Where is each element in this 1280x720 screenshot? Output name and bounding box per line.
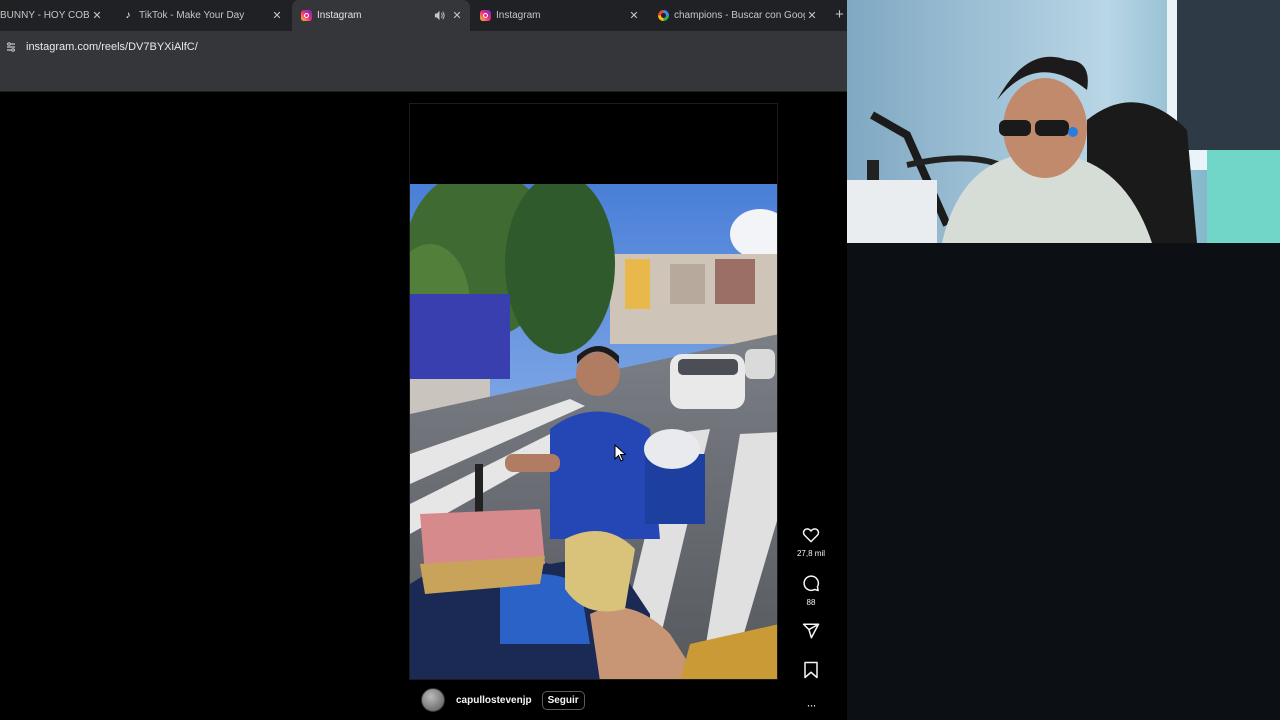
stream-background bbox=[847, 243, 1280, 720]
avatar[interactable] bbox=[421, 688, 445, 712]
speaker-icon[interactable] bbox=[432, 10, 446, 21]
tab-instagram[interactable]: Instagram ✕ bbox=[471, 0, 647, 31]
tab-title: champions - Buscar con Google bbox=[674, 10, 805, 21]
share-button[interactable] bbox=[796, 622, 826, 645]
google-icon bbox=[657, 10, 669, 22]
instagram-icon bbox=[479, 10, 491, 22]
save-button[interactable] bbox=[796, 661, 826, 684]
bookmarks-bar bbox=[0, 62, 847, 92]
heart-icon bbox=[802, 528, 820, 543]
url-text[interactable]: instagram.com/reels/DV7BYXiAlfC/ bbox=[26, 41, 198, 53]
more-options-icon[interactable]: ··· bbox=[796, 698, 826, 712]
tab-instagram-active[interactable]: Instagram ✕ bbox=[292, 0, 470, 31]
reel-author-bar: capullostevenjp Seguir bbox=[409, 680, 778, 720]
comment-button[interactable]: 88 bbox=[796, 574, 826, 607]
tab-bunny[interactable]: BUNNY - HOY COBRE ✕ bbox=[0, 0, 110, 31]
close-tab-icon[interactable]: ✕ bbox=[450, 9, 464, 22]
tab-title: TikTok - Make Your Day bbox=[139, 10, 245, 21]
close-tab-icon[interactable]: ✕ bbox=[270, 9, 284, 22]
close-tab-icon[interactable]: ✕ bbox=[627, 9, 641, 22]
author-username[interactable]: capullostevenjp bbox=[456, 695, 532, 706]
tab-google-search[interactable]: champions - Buscar con Google ✕ bbox=[649, 0, 825, 31]
reel-video[interactable] bbox=[410, 184, 777, 679]
tab-tiktok[interactable]: ♪ TikTok - Make Your Day ✕ bbox=[114, 0, 290, 31]
bookmark-icon bbox=[804, 661, 818, 679]
send-icon bbox=[802, 623, 820, 639]
reel-player[interactable] bbox=[409, 103, 778, 680]
close-tab-icon[interactable]: ✕ bbox=[805, 9, 819, 22]
address-bar[interactable]: instagram.com/reels/DV7BYXiAlfC/ bbox=[0, 31, 847, 62]
like-count: 27,8 mil bbox=[796, 549, 825, 558]
site-info-icon[interactable] bbox=[2, 41, 20, 53]
webcam-overlay bbox=[847, 0, 1280, 243]
follow-button[interactable]: Seguir bbox=[541, 690, 585, 710]
tiktok-icon: ♪ bbox=[125, 10, 131, 21]
new-tab-button[interactable]: + bbox=[832, 7, 847, 23]
mouse-pointer-icon bbox=[614, 443, 627, 467]
tab-title: Instagram bbox=[496, 10, 541, 21]
comment-count: 88 bbox=[806, 598, 816, 607]
tab-title: Instagram bbox=[317, 10, 362, 21]
tab-title: BUNNY - HOY COBRE bbox=[0, 10, 90, 21]
browser-tab-bar: BUNNY - HOY COBRE ✕ ♪ TikTok - Make Your… bbox=[0, 0, 847, 31]
comment-icon bbox=[803, 575, 820, 592]
close-tab-icon[interactable]: ✕ bbox=[90, 9, 104, 22]
like-button[interactable]: 27,8 mil bbox=[796, 526, 826, 558]
instagram-icon bbox=[300, 10, 312, 22]
